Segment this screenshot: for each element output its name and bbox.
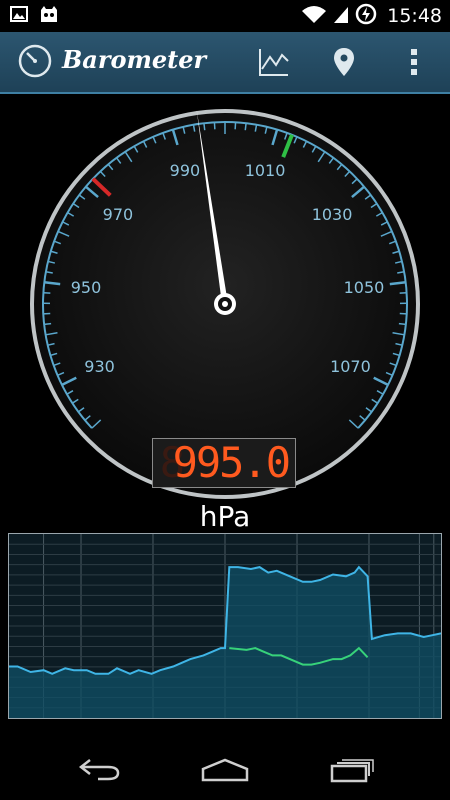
pressure-unit: hPa bbox=[199, 500, 251, 533]
action-bar: Barometer bbox=[0, 32, 450, 94]
gauge-tick bbox=[44, 322, 52, 326]
status-time: 15:48 bbox=[387, 5, 442, 27]
gauge-tick bbox=[203, 123, 206, 131]
status-bar: 15:48 bbox=[0, 0, 450, 32]
gauge-tick-label: 1050 bbox=[344, 278, 385, 297]
gauge-tick-label: 950 bbox=[71, 278, 102, 297]
gauge-tick-label: 1030 bbox=[312, 205, 353, 224]
gauge-tick-label: 1010 bbox=[245, 161, 286, 180]
gauge-tick-label: 970 bbox=[103, 205, 134, 224]
chart-button[interactable] bbox=[256, 44, 292, 80]
needle-hub-center bbox=[222, 301, 228, 307]
wifi-icon bbox=[301, 4, 327, 28]
home-button[interactable] bbox=[195, 752, 255, 788]
recent-apps-icon bbox=[330, 759, 374, 783]
home-icon bbox=[201, 758, 249, 782]
overflow-menu-icon bbox=[411, 49, 417, 75]
graph-canvas bbox=[9, 534, 442, 718]
gauge-tick-label: 930 bbox=[84, 357, 115, 376]
recent-apps-button[interactable] bbox=[322, 752, 382, 788]
image-notification-icon bbox=[10, 6, 28, 26]
app-title: Barometer bbox=[62, 45, 207, 74]
cyanogen-mascot-icon bbox=[38, 4, 60, 28]
signal-icon bbox=[333, 4, 349, 28]
overflow-menu-button[interactable] bbox=[396, 44, 432, 80]
pressure-readout: 8 995.0 bbox=[152, 438, 296, 488]
navigation-bar bbox=[0, 740, 450, 800]
gauge-tick-label: 990 bbox=[170, 161, 201, 180]
back-button[interactable] bbox=[70, 752, 130, 788]
back-icon bbox=[78, 759, 120, 781]
gauge-tick bbox=[244, 123, 247, 131]
gauge-tick bbox=[398, 322, 406, 326]
pressure-value: 995.0 bbox=[172, 438, 291, 487]
chart-icon bbox=[259, 49, 289, 76]
gauge-area: 930 950 970 990 1010 1030 1050 1070 8 995.0 hPa bbox=[0, 92, 450, 533]
barometer-app-icon bbox=[17, 43, 53, 83]
location-pin-icon bbox=[334, 48, 354, 76]
location-button[interactable] bbox=[326, 44, 362, 80]
pressure-history-graph[interactable] bbox=[8, 533, 442, 719]
battery-charging-icon bbox=[355, 3, 377, 29]
gauge-tick-label: 1070 bbox=[330, 357, 371, 376]
